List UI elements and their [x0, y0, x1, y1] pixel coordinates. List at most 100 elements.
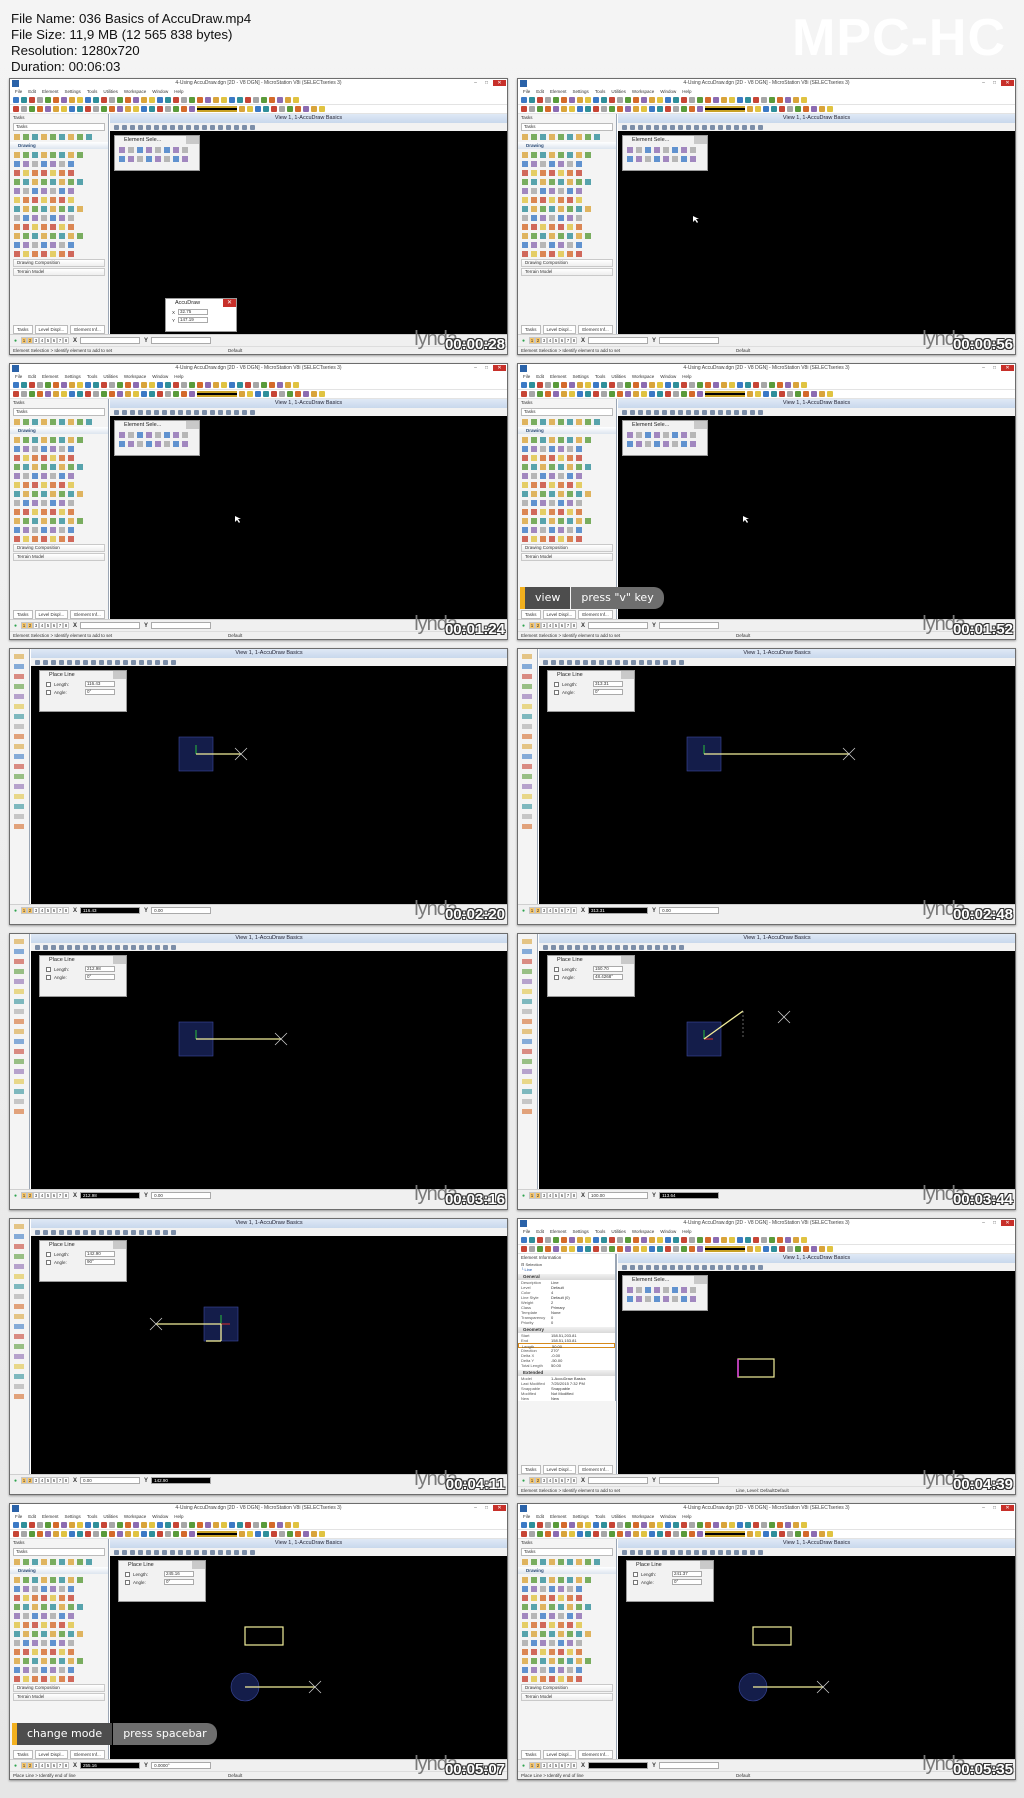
toolbar-icon[interactable]: [93, 106, 99, 112]
tool-icon[interactable]: [68, 1648, 74, 1655]
toolbar-icon[interactable]: [21, 1522, 27, 1528]
view-tool-icon[interactable]: [678, 1549, 683, 1555]
toolbar-icon[interactable]: [827, 1246, 833, 1252]
toolbar-icon[interactable]: [85, 382, 91, 388]
toolbar-icon[interactable]: [173, 382, 179, 388]
element-selection-dialog[interactable]: Element Sele...: [114, 420, 200, 456]
toolbar-icon[interactable]: [37, 97, 43, 103]
tool-icon[interactable]: [32, 1621, 38, 1628]
tool-icon[interactable]: [59, 223, 65, 230]
view-tool-icon[interactable]: [734, 124, 739, 130]
toolbar-icon[interactable]: [657, 391, 663, 397]
toolbar-icon[interactable]: [561, 382, 567, 388]
toolbar-icon[interactable]: [529, 391, 535, 397]
toolbar-icon[interactable]: [577, 382, 583, 388]
property-value[interactable]: 0: [551, 1320, 553, 1325]
tool-icon[interactable]: [585, 205, 591, 212]
toolbar-icon[interactable]: [585, 1237, 591, 1243]
view-tool-icon[interactable]: [123, 1229, 128, 1235]
view-tool-icon[interactable]: [678, 124, 683, 130]
tool-icon[interactable]: [14, 196, 20, 203]
toolbar-icon[interactable]: [617, 97, 623, 103]
view-tool-icon[interactable]: [171, 944, 176, 950]
collapsed-tool-icon[interactable]: [14, 1079, 24, 1084]
toolbar-icon[interactable]: [237, 382, 243, 388]
toolbar-icon[interactable]: [665, 382, 671, 388]
tool-icon[interactable]: [654, 431, 660, 438]
collapsed-tool-icon[interactable]: [522, 784, 532, 789]
tool-icon[interactable]: [681, 1295, 687, 1302]
toolbar-icon[interactable]: [577, 106, 583, 112]
tool-icon[interactable]: [531, 187, 537, 194]
tool-icon[interactable]: [14, 454, 20, 461]
tool-icon[interactable]: [522, 1675, 528, 1682]
view-tool-icon[interactable]: [622, 409, 627, 415]
collapsed-tool-icon[interactable]: [14, 1394, 24, 1399]
toolbar-icon[interactable]: [609, 382, 615, 388]
view-tool-icon[interactable]: [654, 124, 659, 130]
tool-icon[interactable]: [522, 1558, 528, 1565]
toolbar-icon[interactable]: [21, 97, 27, 103]
tool-icon[interactable]: [41, 223, 47, 230]
view-tool-icon[interactable]: [750, 409, 755, 415]
tool-icon[interactable]: [50, 535, 56, 542]
toolbar-icon[interactable]: [803, 1531, 809, 1537]
tool-icon[interactable]: [567, 169, 573, 176]
toolbar-icon[interactable]: [101, 106, 107, 112]
place-line-dialog[interactable]: Place Line Length: 241.37 Angle: 0°: [626, 1560, 714, 1602]
tool-icon[interactable]: [540, 232, 546, 239]
y-field[interactable]: 142.90: [151, 1477, 212, 1484]
view-tool-icon[interactable]: [694, 409, 699, 415]
tool-icon[interactable]: [672, 1295, 678, 1302]
tool-icon[interactable]: [531, 499, 537, 506]
toolbar-icon[interactable]: [771, 1246, 777, 1252]
tool-icon[interactable]: [681, 431, 687, 438]
view-canvas[interactable]: Place Line Length: 212.98 Angle: 0°: [31, 951, 507, 1189]
view-tool-icon[interactable]: [662, 124, 667, 130]
dialog-close-button[interactable]: ✕: [223, 299, 236, 307]
tool-icon[interactable]: [663, 440, 669, 447]
tool-icon[interactable]: [68, 517, 74, 524]
toolbar-icon[interactable]: [125, 1531, 131, 1537]
tool-icon[interactable]: [68, 205, 74, 212]
length-field[interactable]: 212.98: [85, 966, 115, 972]
view-button-8[interactable]: 8: [63, 337, 70, 344]
view-tool-icon[interactable]: [146, 124, 151, 130]
toolbar-icon[interactable]: [545, 391, 551, 397]
tool-icon[interactable]: [50, 1585, 56, 1592]
view-tool-icon[interactable]: [154, 409, 159, 415]
tool-icon[interactable]: [23, 1657, 29, 1664]
tool-icon[interactable]: [549, 463, 555, 470]
tool-icon[interactable]: [567, 418, 573, 425]
tool-icon[interactable]: [531, 445, 537, 452]
tool-icon[interactable]: [558, 214, 564, 221]
tool-icon[interactable]: [23, 463, 29, 470]
toolbar-icon[interactable]: [793, 1237, 799, 1243]
tool-icon[interactable]: [59, 1639, 65, 1646]
tool-icon[interactable]: [558, 1621, 564, 1628]
panel-tab[interactable]: Tasks: [521, 1465, 541, 1474]
tool-icon[interactable]: [654, 1295, 660, 1302]
tool-icon[interactable]: [41, 133, 47, 140]
toolbar-icon[interactable]: [593, 106, 599, 112]
tool-icon[interactable]: [549, 481, 555, 488]
tool-icon[interactable]: [645, 1295, 651, 1302]
toolbar-icon[interactable]: [577, 97, 583, 103]
panel-tab[interactable]: Element Inf...: [578, 1750, 613, 1759]
toolbar-icon[interactable]: [617, 1237, 623, 1243]
toolbar-icon[interactable]: [61, 106, 67, 112]
accudraw-x-field[interactable]: 32.75: [178, 309, 209, 315]
tool-icon[interactable]: [627, 155, 633, 162]
tool-icon[interactable]: [558, 169, 564, 176]
tool-icon[interactable]: [567, 454, 573, 461]
toolbar-icon[interactable]: [689, 1531, 695, 1537]
tool-icon[interactable]: [522, 499, 528, 506]
toolbar-icon[interactable]: [681, 1246, 687, 1252]
toolbar-icon[interactable]: [545, 106, 551, 112]
tool-icon[interactable]: [41, 499, 47, 506]
tool-icon[interactable]: [59, 1675, 65, 1682]
tool-icon[interactable]: [531, 517, 537, 524]
tool-icon[interactable]: [585, 1657, 591, 1664]
toolbar-icon[interactable]: [577, 391, 583, 397]
tool-icon[interactable]: [68, 169, 74, 176]
